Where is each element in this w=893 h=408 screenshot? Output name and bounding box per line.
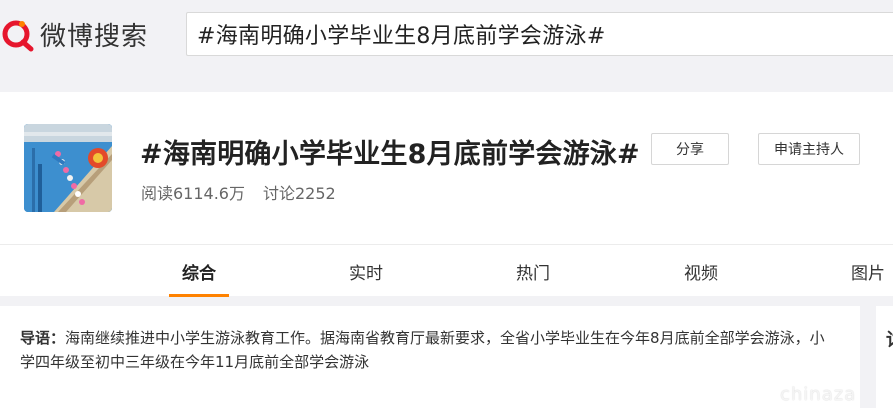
side-panel-heading: 讨 bbox=[886, 326, 893, 352]
logo-text: 微博搜索 bbox=[40, 21, 149, 52]
topic-title: #海南明确小学毕业生8月底前学会游泳# bbox=[140, 139, 640, 170]
topic-intro-card: 导语：海南继续推进中小学生游泳教育工作。据海南省教育厅最新要求，全省小学毕业生在… bbox=[0, 306, 860, 408]
intro-text: 海南继续推进中小学生游泳教育工作。据海南省教育厅最新要求，全省小学毕业生在今年8… bbox=[20, 329, 825, 371]
intro-paragraph: 导语：海南继续推进中小学生游泳教育工作。据海南省教育厅最新要求，全省小学毕业生在… bbox=[20, 326, 838, 374]
tab-pictures[interactable]: 图片 bbox=[838, 245, 893, 297]
tab-video[interactable]: 视频 bbox=[671, 245, 731, 297]
search-logo-icon bbox=[0, 16, 36, 52]
apply-host-button[interactable]: 申请主持人 bbox=[758, 133, 860, 165]
search-query-text: #海南明确小学毕业生8月底前学会游泳# bbox=[197, 24, 606, 49]
tab-hot[interactable]: 热门 bbox=[503, 245, 563, 297]
weibo-search-logo[interactable]: 微博搜索 bbox=[0, 14, 148, 54]
read-count: 阅读6114.6万 bbox=[141, 184, 245, 203]
topic-stats: 阅读6114.6万 讨论2252 bbox=[141, 180, 336, 204]
top-search-bar: 微博搜索 #海南明确小学毕业生8月底前学会游泳# bbox=[0, 0, 893, 72]
topic-thumbnail[interactable] bbox=[24, 124, 112, 212]
tab-realtime[interactable]: 实时 bbox=[336, 245, 396, 297]
tab-comprehensive[interactable]: 综合 bbox=[169, 245, 229, 297]
watermark: chinaza bbox=[780, 384, 857, 405]
swimming-class-photo-icon bbox=[24, 124, 112, 212]
tab-bar: 综合 实时 热门 视频 图片 bbox=[0, 244, 893, 297]
discussion-count: 讨论2252 bbox=[263, 184, 336, 203]
topic-header-card: #海南明确小学毕业生8月底前学会游泳# 阅读6114.6万 讨论2252 分享 申… bbox=[0, 92, 893, 244]
intro-label: 导语： bbox=[20, 329, 66, 347]
search-input[interactable]: #海南明确小学毕业生8月底前学会游泳# bbox=[186, 12, 893, 56]
side-panel: 讨 bbox=[876, 306, 893, 408]
share-button[interactable]: 分享 bbox=[651, 133, 729, 165]
